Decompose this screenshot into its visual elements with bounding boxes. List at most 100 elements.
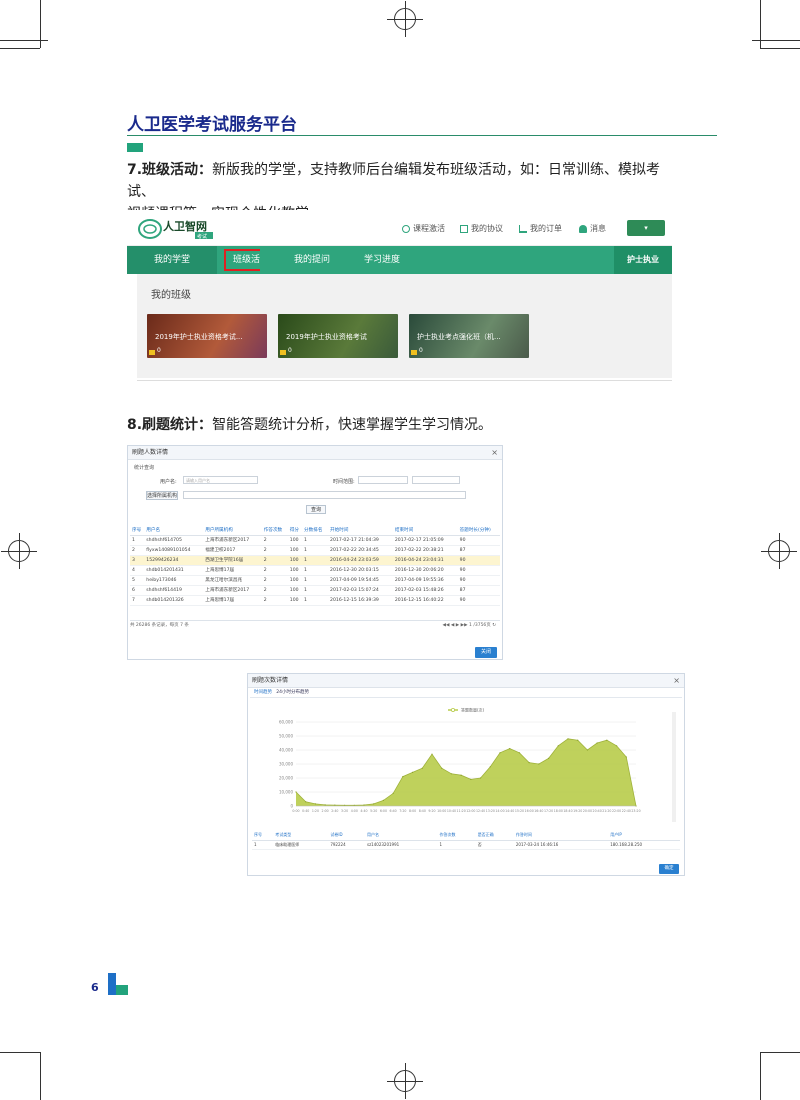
top-link-agreement[interactable]: 我的协议 xyxy=(460,223,503,234)
table-cell: 90 xyxy=(457,575,500,586)
x-tick-label: 2:40 xyxy=(331,809,338,813)
column-header[interactable]: 考试类型 xyxy=(273,831,329,841)
user-input[interactable]: 请输入用户名 xyxy=(183,476,258,484)
table-row[interactable]: 3 15299426234 西湖卫生学院16届 2 100 1 2016-04-24 23:… xyxy=(130,555,500,566)
table-cell: 1 xyxy=(302,595,329,606)
table-row[interactable]: 6 shdhshf614419 上海市浦东新区2017 2 100 1 2017-02-03… xyxy=(130,585,500,596)
start-date-input[interactable] xyxy=(358,476,408,484)
column-header[interactable]: 分数排名 xyxy=(302,525,329,536)
column-header[interactable]: 作答次数 xyxy=(437,831,476,841)
tab-class-activity[interactable]: 班级活动 xyxy=(217,246,267,299)
top-link-orders[interactable]: 我的订单 xyxy=(519,223,562,234)
x-tick-label: 21:20 xyxy=(602,809,611,813)
user-menu-button[interactable]: ▾ xyxy=(627,220,665,236)
column-header[interactable]: 结束时间 xyxy=(392,525,458,536)
column-header[interactable]: 作答次数 xyxy=(261,525,288,536)
class-card-2[interactable]: 2019年护士执业资格考试 0 xyxy=(278,314,398,358)
table-row[interactable]: 1 shdhshf614705 上海市浦东新区2017 2 100 1 2017-02-17… xyxy=(130,535,500,546)
column-header[interactable]: 得分 xyxy=(287,525,303,536)
data-point xyxy=(557,745,559,747)
x-tick-label: 6:40 xyxy=(390,809,397,813)
logo-icon: 人卫智网 考试 xyxy=(138,219,213,240)
area-series xyxy=(296,738,636,806)
query-button[interactable]: 查询 xyxy=(306,505,326,514)
column-header[interactable]: 用户所属机构 xyxy=(203,525,262,536)
class-badge-icon xyxy=(280,350,286,355)
column-header[interactable]: 是否正确 xyxy=(475,831,514,841)
table-cell: 5 xyxy=(130,575,145,586)
column-header[interactable]: 作答时间 xyxy=(513,831,609,841)
answer-count-chart: 0 10,000 20,000 30,000 40,000 50,000 60,000 0:0… xyxy=(279,707,676,822)
tab-my-questions[interactable]: 我的提问 xyxy=(282,246,342,274)
column-header[interactable]: 序号 xyxy=(130,525,145,536)
class-card-3[interactable]: 护士执业考点强化班（机... 0 xyxy=(409,314,529,358)
top-bar: 人卫智网 考试 课程激活 我的协议 我的订单 消息 ▾ xyxy=(127,210,672,246)
column-header[interactable]: 序号 xyxy=(252,831,274,841)
close-icon[interactable]: × xyxy=(491,446,498,460)
registration-mark-top xyxy=(387,1,423,37)
top-link-activate[interactable]: 课程激活 xyxy=(402,223,445,234)
section7-label: 7.班级活动： xyxy=(127,162,213,178)
column-header[interactable]: 开始时间 xyxy=(328,525,393,536)
x-tick-label: 4:00 xyxy=(351,809,358,813)
ok-button[interactable]: 确定 xyxy=(659,864,679,874)
y-tick-label: 60,000 xyxy=(279,720,293,725)
answer-count-dialog: 刷题次数详情 × 时间趋势 24小时分布趋势 0 10,000 20,000 30,00… xyxy=(247,673,685,876)
data-point xyxy=(353,804,355,806)
table-row[interactable]: 7 shdb014201326 上海思博17届 2 100 1 2016-12-15 16:… xyxy=(130,595,500,606)
end-date-input[interactable] xyxy=(412,476,460,484)
select-org-button[interactable]: 选择所属机构 xyxy=(146,491,178,500)
logo-text: 人卫智网 xyxy=(163,219,207,233)
column-header[interactable]: 用户名 xyxy=(144,525,204,536)
table-cell: 90 xyxy=(457,565,500,576)
time-range-label: 时间范围: xyxy=(333,479,355,485)
x-tick-label: 18:00 xyxy=(554,809,563,813)
column-header[interactable]: 用户名 xyxy=(365,831,438,841)
tab-my-classroom[interactable]: 我的学堂 xyxy=(127,246,217,274)
y-tick-label: 30,000 xyxy=(279,762,293,767)
pager-controls[interactable]: ◀◀ ◀ ▶ ▶▶ 1 /3756页 ↻ xyxy=(443,621,496,631)
section8-text: 智能答题统计分析，快速掌握学生学习情况。 xyxy=(212,417,493,433)
logo-sub: 考试 xyxy=(197,233,207,240)
top-link-messages[interactable]: 消息 xyxy=(579,223,606,234)
x-tick-label: 15:20 xyxy=(515,809,524,813)
table-row[interactable]: 2 flyxw14089101054 福建卫校2017 2 100 1 2017-02-22… xyxy=(130,545,500,556)
table-cell: 2016-04-24 23:03:59 xyxy=(328,555,393,566)
panel-title: 我的班级 xyxy=(151,290,191,301)
dialog-header: 刷题人数详情 × xyxy=(128,446,502,460)
table-cell: 上海市浦东新区2017 xyxy=(203,585,262,596)
class-card-1[interactable]: 2019年护士执业资格考试... 0 xyxy=(147,314,267,358)
tab-study-progress[interactable]: 学习进度 xyxy=(352,246,412,274)
table-cell: 2 xyxy=(261,575,288,586)
registration-mark-left xyxy=(1,533,37,569)
stats-table: 序号 用户名 用户所属机构 作答次数 得分 分数排名 开始时间 结束时间 答题时长(分钟) 1s… xyxy=(130,525,500,606)
table-cell: 2017-02-03 15:07:24 xyxy=(328,585,393,596)
close-icon[interactable]: × xyxy=(673,674,680,688)
table-row[interactable]: 4 shdb014201431 上海思博17届 2 100 1 2016-12-30 20:… xyxy=(130,565,500,576)
org-input[interactable] xyxy=(183,491,466,499)
table-row[interactable]: 5 heiby173046 黑龙江哈尔滨昌兆 2 100 1 2017-04-09 19:5… xyxy=(130,575,500,586)
column-header[interactable]: 用户IP xyxy=(608,831,680,841)
document-icon xyxy=(460,224,468,233)
nurse-practice-button[interactable]: 护士执业 xyxy=(614,246,672,274)
x-tick-label: 9:20 xyxy=(428,809,435,813)
x-tick-label: 5:20 xyxy=(370,809,377,813)
data-point xyxy=(615,745,618,747)
table-cell: 2 xyxy=(261,535,288,546)
table-cell: 2016-12-15 16:39:39 xyxy=(328,595,393,606)
data-point xyxy=(470,778,472,780)
column-header[interactable]: 答题时长(分钟) xyxy=(457,525,500,536)
data-point xyxy=(577,739,579,741)
close-button[interactable]: 关闭 xyxy=(475,647,497,658)
table-cell: 否 xyxy=(475,840,514,850)
data-point xyxy=(343,804,346,806)
table-cell: 100 xyxy=(287,535,303,546)
page-title: 人卫医学考试服务平台 xyxy=(127,115,297,135)
tab-24h-trend[interactable]: 24小时分布趋势 xyxy=(276,690,309,695)
column-header[interactable]: 试卷ID xyxy=(328,831,365,841)
x-tick-label: 18:40 xyxy=(563,809,572,813)
x-tick-label: 12:40 xyxy=(476,809,485,813)
tab-time-trend[interactable]: 时间趋势 xyxy=(254,690,272,695)
y-tick-label: 10,000 xyxy=(279,790,293,795)
table-row[interactable]: 1 临床助理医师 792224 sz14023201991 1 否 2017-03-24 1… xyxy=(252,840,680,850)
